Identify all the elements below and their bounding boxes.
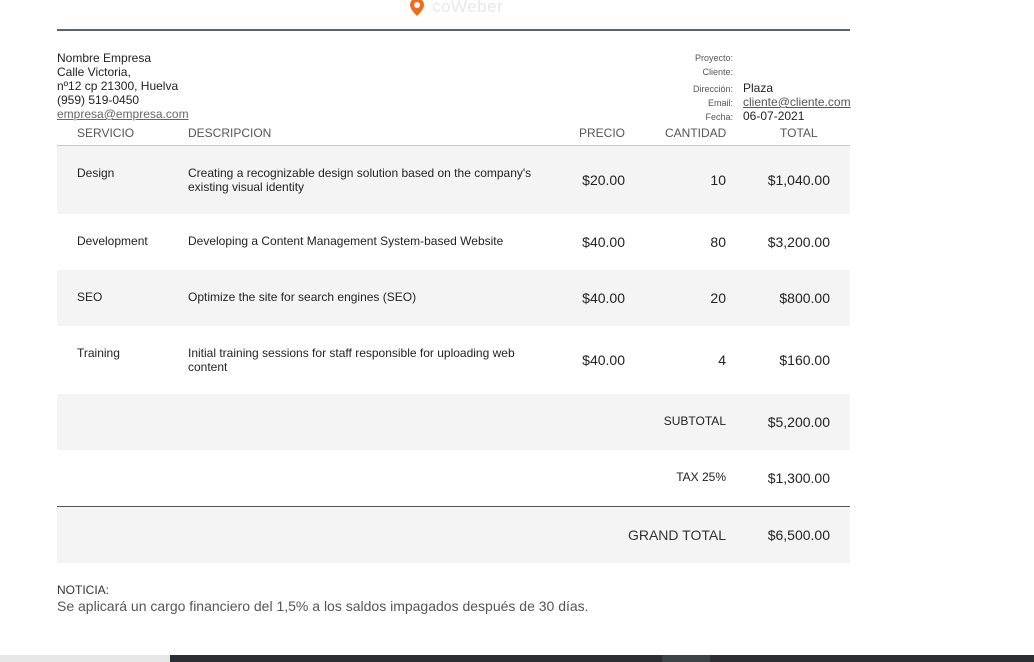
client-row: Cliente: bbox=[640, 67, 860, 81]
tax-row: TAX 25% $1,300.00 bbox=[57, 450, 850, 506]
company-name: Nombre Empresa bbox=[57, 51, 152, 65]
email-row: Email: cliente@cliente.com bbox=[640, 95, 860, 109]
price-cell: $20.00 bbox=[582, 172, 625, 188]
description-cell: Developing a Content Management System-b… bbox=[188, 234, 504, 248]
table-header: SERVICIO DESCRIPCION PRECIO CANTIDAD TOT… bbox=[57, 124, 850, 146]
location-pin-icon bbox=[410, 0, 424, 16]
quantity-cell: 80 bbox=[710, 234, 726, 250]
price-cell: $40.00 bbox=[582, 290, 625, 306]
header-price: PRECIO bbox=[579, 126, 626, 140]
header-description: DESCRIPCION bbox=[188, 126, 272, 140]
total-cell: $800.00 bbox=[779, 290, 830, 306]
description-cell: Initial training sessions for staff resp… bbox=[188, 346, 515, 374]
date-row: Fecha: 06-07-2021 bbox=[640, 109, 860, 123]
project-label: Proyecto: bbox=[694, 53, 733, 63]
quantity-cell: 4 bbox=[718, 352, 726, 368]
company-info: Nombre Empresa Calle Victoria, nº12 cp 2… bbox=[57, 51, 189, 121]
table-row: Design Creating a recognizable design so… bbox=[57, 146, 850, 214]
company-city: nº12 cp 21300, Huelva bbox=[57, 79, 179, 93]
total-cell: $1,040.00 bbox=[767, 172, 830, 188]
header-divider bbox=[57, 29, 850, 31]
quantity-cell: 20 bbox=[710, 290, 726, 306]
invoice-table: SERVICIO DESCRIPCION PRECIO CANTIDAD TOT… bbox=[57, 124, 850, 563]
company-street: Calle Victoria, bbox=[57, 65, 131, 79]
service-cell: Design bbox=[77, 166, 115, 180]
grand-total-row: GRAND TOTAL $6,500.00 bbox=[57, 507, 850, 563]
project-row: Proyecto: bbox=[640, 53, 860, 67]
table-row: Development Developing a Content Managem… bbox=[57, 214, 850, 270]
brand-logo: coWeber bbox=[408, 0, 503, 18]
subtotal-row: SUBTOTAL $5,200.00 bbox=[57, 394, 850, 450]
grand-total-value: $6,500.00 bbox=[767, 527, 830, 543]
project-info: Proyecto: Cliente: Dirección: Plaza Emai… bbox=[640, 53, 860, 123]
date-value: 06-07-2021 bbox=[743, 109, 805, 123]
header-quantity: CANTIDAD bbox=[665, 126, 727, 140]
address-label: Dirección: bbox=[692, 84, 733, 94]
client-email-link[interactable]: cliente@cliente.com bbox=[743, 95, 851, 109]
notice-text: Se aplicará un cargo financiero del 1,5%… bbox=[57, 598, 589, 614]
description-cell: Creating a recognizable design solution … bbox=[188, 166, 532, 194]
price-cell: $40.00 bbox=[582, 234, 625, 250]
company-phone: (959) 519-0450 bbox=[57, 93, 140, 107]
scrollbar-track-left bbox=[0, 655, 170, 662]
service-cell: SEO bbox=[77, 290, 103, 304]
notice: NOTICIA: Se aplicará un cargo financiero… bbox=[57, 583, 589, 614]
email-label: Email: bbox=[707, 98, 733, 108]
header-total: TOTAL bbox=[780, 126, 818, 140]
total-cell: $160.00 bbox=[779, 352, 830, 368]
brand-name: coWeber bbox=[432, 0, 504, 16]
table-row: Training Initial training sessions for s… bbox=[57, 326, 850, 394]
description-cell: Optimize the site for search engines (SE… bbox=[188, 290, 417, 304]
table-row: SEO Optimize the site for search engines… bbox=[57, 270, 850, 326]
quantity-cell: 10 bbox=[710, 172, 726, 188]
client-label: Cliente: bbox=[702, 67, 733, 77]
header-service: SERVICIO bbox=[77, 126, 135, 140]
price-cell: $40.00 bbox=[582, 352, 625, 368]
company-email-link[interactable]: empresa@empresa.com bbox=[57, 107, 189, 121]
invoice-page: coWeber Nombre Empresa Calle Victoria, n… bbox=[0, 0, 1034, 662]
tax-label: TAX 25% bbox=[676, 470, 726, 484]
notice-title: NOTICIA: bbox=[57, 583, 110, 597]
subtotal-label: SUBTOTAL bbox=[663, 414, 726, 428]
tax-value: $1,300.00 bbox=[767, 470, 830, 486]
subtotal-value: $5,200.00 bbox=[767, 414, 830, 430]
service-cell: Training bbox=[77, 346, 120, 360]
address-row: Dirección: Plaza bbox=[640, 81, 860, 95]
total-cell: $3,200.00 bbox=[767, 234, 830, 250]
service-cell: Development bbox=[77, 234, 148, 248]
grand-total-label: GRAND TOTAL bbox=[627, 527, 726, 543]
date-label: Fecha: bbox=[705, 112, 733, 122]
bottom-scrollbar[interactable] bbox=[0, 655, 1034, 662]
address-value: Plaza bbox=[743, 81, 774, 95]
scrollbar-thumb[interactable] bbox=[662, 655, 710, 662]
